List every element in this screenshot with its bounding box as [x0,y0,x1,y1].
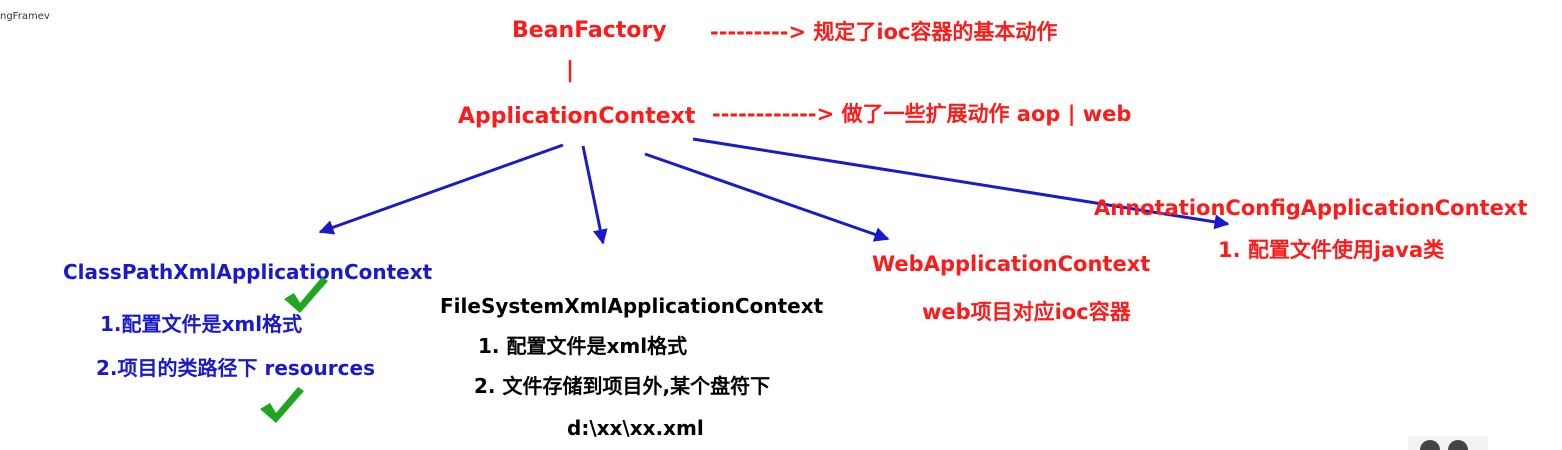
web-context-point-1: web项目对应ioc容器 [922,300,1131,324]
filesystem-path-example: d:\xx\xx.xml [567,416,704,440]
classpath-point-2: 2.项目的类路径下 resources [96,356,375,380]
web-context-label: WebApplicationContext [872,252,1151,276]
classpath-point-1: 1.配置文件是xml格式 [100,312,303,336]
arrow-to-classpath [318,143,564,235]
partial-overlay-icon [1408,436,1488,450]
filesystem-point-2: 2. 文件存储到项目外,某个盘符下 [474,374,771,398]
arrow-to-filesystem [581,145,608,245]
arrow-to-web [644,152,890,242]
classpath-context-label: ClassPathXmlApplicationContext [63,260,433,284]
inheritance-arrows [318,137,1230,245]
checkmark-icon [284,277,328,313]
annotation-context-label: AnnotationConfigApplicationContext [1094,196,1528,220]
filesystem-point-1: 1. 配置文件是xml格式 [478,334,688,358]
filesystem-context-label: FileSystemXmlApplicationContext [440,294,824,318]
annotation-context-point-1: 1. 配置文件使用java类 [1218,238,1445,262]
checkmark-icon [260,387,304,423]
